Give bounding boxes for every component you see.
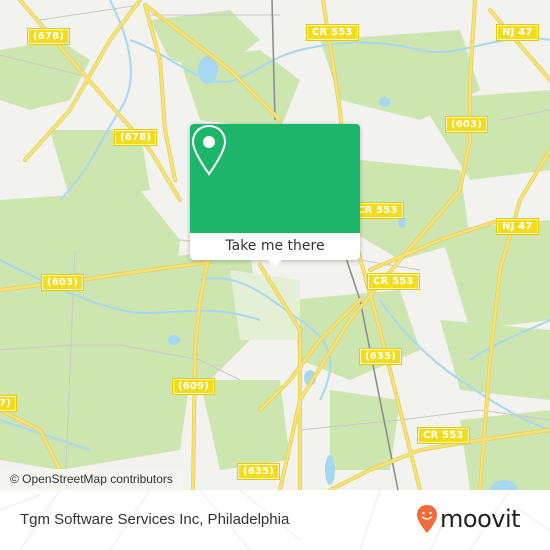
take-me-there-button[interactable]: Take me there	[190, 233, 360, 260]
popup-header[interactable]	[190, 124, 360, 233]
map-pin-icon	[191, 124, 227, 176]
road-label: CR 553	[306, 24, 359, 41]
road-label: (635)	[236, 463, 281, 480]
moovit-pin-icon	[417, 505, 437, 533]
road-label: CR 553	[417, 427, 470, 444]
road-label: (678)	[113, 129, 158, 146]
road-label: (678)	[26, 28, 71, 45]
map[interactable]: (678) (678) CR 553 NJ 47 (603) CR 553 NJ…	[0, 0, 550, 490]
moovit-wordmark: moovit	[440, 505, 521, 533]
road-label: NJ 47	[496, 24, 539, 41]
take-me-there-popup[interactable]: Take me there	[190, 124, 360, 267]
road-label: 7)	[0, 395, 17, 412]
road-label: (635)	[358, 348, 403, 365]
road-label: NJ 47	[496, 218, 539, 235]
place-name: Tgm Software Services Inc, Philadelphia	[20, 511, 290, 528]
park-areas	[230, 270, 300, 340]
popup-pointer	[266, 258, 284, 267]
road-label: (603)	[444, 116, 489, 133]
road-label: (609)	[171, 378, 216, 395]
road-label: (603)	[40, 274, 85, 291]
moovit-logo[interactable]: moovit	[416, 502, 521, 536]
map-attribution[interactable]: © OpenStreetMap contributors	[0, 469, 183, 490]
footer-bar: Tgm Software Services Inc, Philadelphia …	[0, 490, 550, 550]
road-label: CR 553	[367, 273, 420, 290]
